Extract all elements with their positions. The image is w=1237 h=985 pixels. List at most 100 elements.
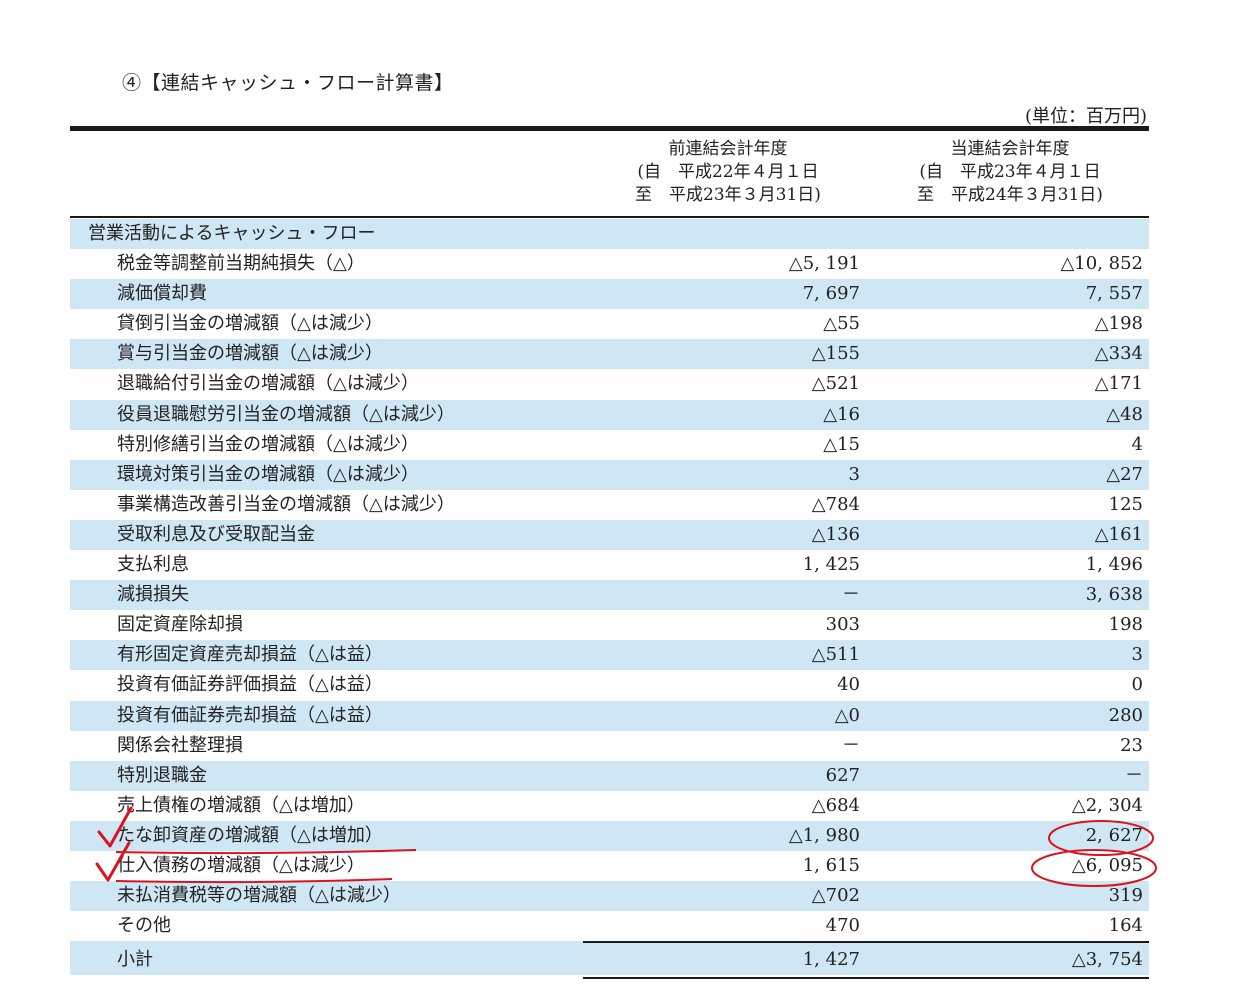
cur-value: △27 (1106, 463, 1143, 485)
cur-value: △2, 304 (1071, 794, 1143, 816)
cur-value: 0 (1131, 674, 1143, 696)
prev-value: 1, 425 (802, 554, 860, 576)
cash-flow-table: 営業活動によるキャッシュ・フロー 税金等調整前当期純損失（△） △5, 191 △1… (70, 219, 1149, 976)
prev-value: △5, 191 (788, 253, 860, 275)
prev-value: 1, 427 (802, 949, 860, 971)
prev-value: 3 (848, 463, 860, 485)
subtotal-row: 小計 1, 427 △3, 754 (70, 941, 1149, 976)
prev-value: 303 (825, 614, 860, 636)
row-label: 受取利息及び受取配当金 (117, 523, 315, 545)
table-row: 減損損失 － 3, 638 (70, 580, 1149, 611)
row-label: 有形固定資産売却損益（△は益） (117, 644, 383, 666)
cur-value: △334 (1094, 343, 1143, 365)
column-header-cur-line1: 当連結会計年度 (950, 139, 1070, 159)
top-rule (70, 126, 1149, 131)
table-row: たな卸資産の増減額（△は増加） △1, 980 2, 627 (70, 820, 1149, 851)
table-row: 特別修繕引当金の増減額（△は減少） △15 4 (70, 430, 1149, 460)
row-label: たな卸資産の増減額（△は増加） (117, 824, 383, 846)
table-row: 役員退職慰労引当金の増減額（△は減少） △16 △48 (70, 399, 1149, 430)
cur-value: 4 (1131, 433, 1143, 455)
row-label: 役員退職慰労引当金の増減額（△は減少） (117, 403, 455, 425)
cur-value: 3, 638 (1085, 584, 1143, 606)
prev-value: △55 (823, 313, 860, 335)
table-row: 仕入債務の増減額（△は減少） 1, 615 △6, 095 (70, 851, 1149, 881)
row-label: 支払利息 (117, 554, 189, 576)
cur-value: △10, 852 (1060, 253, 1143, 275)
table-row: 有形固定資産売却損益（△は益） △511 3 (70, 640, 1149, 671)
cur-value: 7, 557 (1085, 283, 1143, 305)
row-label: 営業活動によるキャッシュ・フロー (88, 223, 376, 244)
prev-value: 627 (825, 764, 860, 786)
cur-value: 164 (1108, 915, 1143, 937)
table-row: 固定資産除却損 303 198 (70, 610, 1149, 640)
row-label: 税金等調整前当期純損失（△） (117, 253, 365, 275)
cur-value: 1, 496 (1085, 554, 1143, 576)
row-label: 投資有価証券評価損益（△は益） (117, 674, 383, 696)
prev-value: △521 (811, 373, 860, 395)
row-label: 投資有価証券売却損益（△は益） (117, 704, 383, 726)
subtotal-top-rule (583, 941, 1149, 943)
table-row: 税金等調整前当期純損失（△） △5, 191 △10, 852 (70, 249, 1149, 279)
unit-label: (単位：百万円) (1024, 106, 1147, 127)
header-rule (70, 216, 1149, 218)
prev-value: － (842, 584, 860, 606)
prev-value: △684 (811, 794, 860, 816)
row-label: 事業構造改善引当金の増減額（△は減少） (117, 493, 455, 515)
column-header-current-year: 当連結会計年度 (自 平成23年４月１日 至 平成24年３月31日) (880, 138, 1140, 207)
cur-value: － (1125, 764, 1143, 786)
table-row: 減価償却費 7, 697 7, 557 (70, 279, 1149, 310)
cur-value: 3 (1131, 644, 1143, 666)
table-row: 投資有価証券評価損益（△は益） 40 0 (70, 670, 1149, 700)
table-row: 事業構造改善引当金の増減額（△は減少） △784 125 (70, 490, 1149, 520)
row-label: 減価償却費 (117, 283, 207, 305)
cur-value: 2, 627 (1085, 824, 1143, 846)
prev-value: △155 (811, 343, 860, 365)
table-row: 投資有価証券売却損益（△は益） △0 280 (70, 700, 1149, 731)
prev-value: △1, 980 (788, 824, 860, 846)
row-label: 仕入債務の増減額（△は減少） (117, 854, 365, 876)
subtotal-bottom-rule (583, 977, 1149, 979)
prev-value: 7, 697 (802, 283, 860, 305)
prev-value: △15 (823, 433, 860, 455)
table-row: その他 470 164 (70, 911, 1149, 941)
section-header-row: 営業活動によるキャッシュ・フロー (70, 219, 1149, 250)
prev-value: 40 (837, 674, 860, 696)
row-label: 環境対策引当金の増減額（△は減少） (117, 463, 419, 485)
cur-value: 198 (1108, 614, 1143, 636)
cur-value: 319 (1108, 885, 1143, 907)
cur-value: △6, 095 (1071, 854, 1143, 876)
row-label: 売上債権の増減額（△は増加） (117, 794, 365, 816)
prev-value: 470 (825, 915, 860, 937)
row-label: 小計 (117, 949, 153, 971)
table-row: 受取利息及び受取配当金 △136 △161 (70, 519, 1149, 551)
cur-value: 23 (1120, 734, 1143, 756)
row-label: 貸倒引当金の増減額（△は減少） (117, 313, 383, 335)
table-row: 支払利息 1, 425 1, 496 (70, 550, 1149, 580)
prev-value: △784 (811, 493, 860, 515)
column-header-cur-line2: (自 平成23年４月１日 (919, 162, 1101, 182)
cur-value: △198 (1094, 313, 1143, 335)
prev-value: △0 (834, 704, 860, 726)
row-label: 固定資産除却損 (117, 614, 243, 636)
cur-value: △48 (1106, 403, 1143, 425)
cur-value: △171 (1094, 373, 1143, 395)
prev-value: △16 (823, 403, 860, 425)
column-header-cur-line3: 至 平成24年３月31日) (917, 185, 1103, 205)
cur-value: △161 (1094, 523, 1143, 545)
table-row: 特別退職金 627 － (70, 760, 1149, 791)
row-label: 特別修繕引当金の増減額（△は減少） (117, 433, 419, 455)
column-header-prev-year: 前連結会計年度 (自 平成22年４月１日 至 平成23年３月31日) (598, 138, 858, 207)
row-label: 関係会社整理損 (117, 734, 243, 756)
prev-value: △136 (811, 523, 860, 545)
prev-value: 1, 615 (802, 854, 860, 876)
prev-value: △511 (811, 644, 860, 666)
statement-title: ④【連結キャッシュ・フロー計算書】 (122, 72, 454, 94)
row-label: その他 (117, 915, 171, 937)
table-row: 貸倒引当金の増減額（△は減少） △55 △198 (70, 309, 1149, 339)
table-row: 環境対策引当金の増減額（△は減少） 3 △27 (70, 459, 1149, 490)
cur-value: △3, 754 (1071, 949, 1143, 971)
row-label: 賞与引当金の増減額（△は減少） (117, 343, 383, 365)
cur-value: 280 (1108, 704, 1143, 726)
row-label: 特別退職金 (117, 764, 207, 786)
row-label: 退職給付引当金の増減額（△は減少） (117, 373, 419, 395)
